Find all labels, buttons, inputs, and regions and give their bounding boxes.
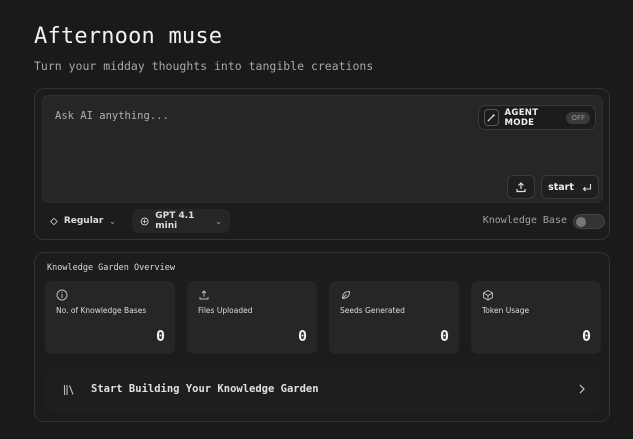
model-select[interactable]: GPT 4.1 mini ⌄ — [132, 209, 230, 233]
start-building-label: Start Building Your Knowledge Garden — [91, 383, 319, 395]
composer-panel: AGENT MODE OFF start Regular ⌄ GPT 4.1 m… — [34, 88, 610, 240]
stat-value: 0 — [581, 327, 591, 345]
model-icon — [140, 217, 149, 225]
stat-card-token-usage: Token Usage 0 — [471, 281, 601, 354]
stat-label: Files Uploaded — [198, 306, 253, 315]
stat-card-seeds-generated: Seeds Generated 0 — [329, 281, 459, 354]
start-button[interactable]: start — [541, 175, 599, 199]
stat-label: Token Usage — [482, 306, 530, 315]
page-subtitle: Turn your midday thoughts into tangible … — [34, 59, 374, 73]
stat-value: 0 — [297, 327, 307, 345]
start-building-button[interactable]: Start Building Your Knowledge Garden — [45, 367, 601, 413]
model-select-value: GPT 4.1 mini — [155, 211, 195, 231]
cube-icon — [483, 289, 493, 301]
diamond-icon — [50, 217, 58, 225]
agent-mode-toggle[interactable]: AGENT MODE OFF — [478, 105, 596, 130]
stat-card-files-uploaded: Files Uploaded 0 — [187, 281, 317, 354]
info-icon — [56, 289, 68, 301]
upload-icon — [516, 182, 526, 193]
page-title: Afternoon muse — [34, 24, 223, 49]
library-icon — [63, 385, 74, 395]
agent-mode-state-badge: OFF — [566, 111, 590, 124]
stat-value: 0 — [439, 327, 449, 345]
chevron-down-icon: ⌄ — [215, 216, 222, 226]
composer-controls: Regular ⌄ GPT 4.1 mini ⌄ Knowledge Base — [42, 209, 605, 233]
agent-wand-icon — [484, 109, 499, 126]
upload-icon — [199, 290, 209, 300]
toggle-knob — [576, 217, 586, 227]
knowledge-garden-title: Knowledge Garden Overview — [47, 263, 175, 273]
knowledge-garden-panel: Knowledge Garden Overview No. of Knowled… — [34, 252, 610, 422]
start-button-label: start — [548, 181, 574, 193]
stat-label: No. of Knowledge Bases — [56, 306, 147, 315]
stat-card-knowledge-bases: No. of Knowledge Bases 0 — [45, 281, 175, 354]
style-select-value: Regular — [63, 216, 104, 226]
stat-label: Seeds Generated — [340, 306, 405, 315]
style-select[interactable]: Regular ⌄ — [42, 209, 124, 233]
upload-button[interactable] — [507, 175, 535, 199]
prompt-area: AGENT MODE OFF start — [42, 95, 603, 203]
knowledge-base-toggle[interactable] — [573, 214, 605, 229]
seed-icon — [341, 290, 351, 300]
stat-value: 0 — [155, 327, 165, 345]
chevron-down-icon: ⌄ — [109, 216, 116, 226]
enter-icon — [582, 183, 591, 191]
knowledge-base-label: Knowledge Base — [482, 215, 567, 226]
chevron-right-icon — [579, 384, 585, 394]
agent-mode-label: AGENT MODE — [504, 107, 539, 128]
